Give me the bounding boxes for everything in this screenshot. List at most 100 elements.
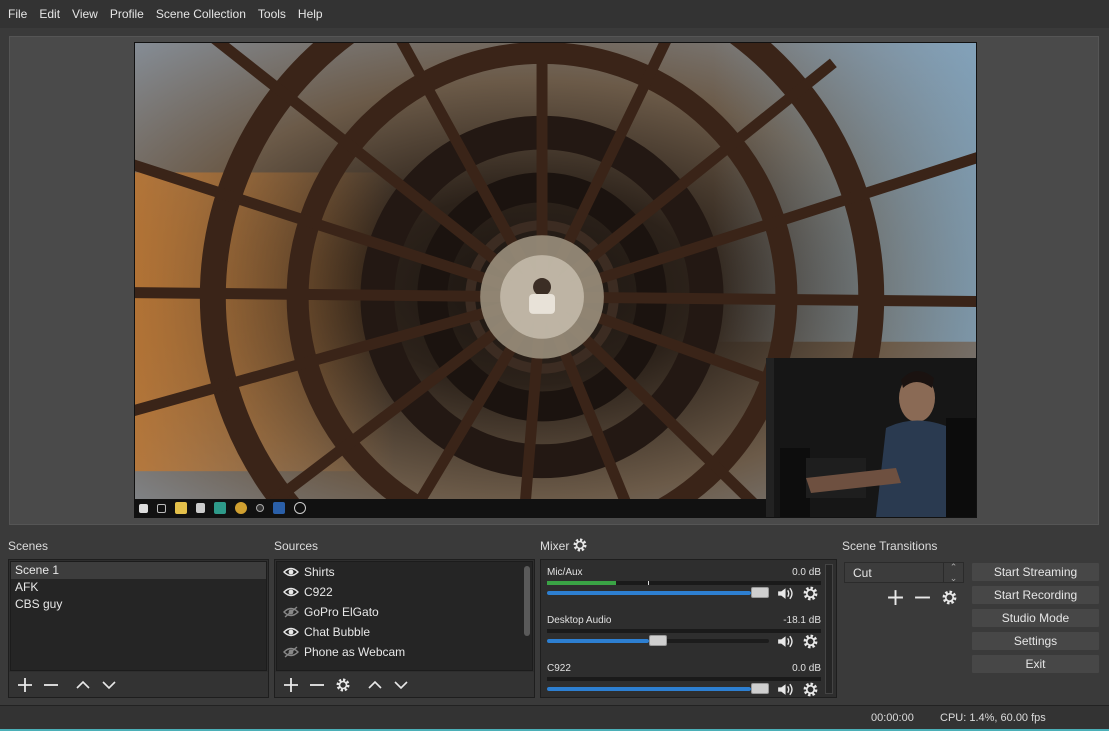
mixer-channel-mic-aux: Mic/Aux 0.0 dB (545, 567, 821, 613)
app-icon-blue (273, 502, 285, 514)
slider-fill (547, 639, 649, 643)
preview-canvas[interactable] (134, 42, 977, 518)
cpu-fps-readout: CPU: 1.4%, 60.00 fps (940, 712, 1046, 724)
slider-handle[interactable] (649, 635, 667, 646)
remove-scene-button[interactable] (41, 675, 61, 695)
menu-scene-collection[interactable]: Scene Collection (150, 0, 252, 28)
gear-icon[interactable] (802, 633, 819, 650)
start-recording-button[interactable]: Start Recording (971, 585, 1100, 605)
move-source-up-button[interactable] (365, 675, 385, 695)
exit-button[interactable]: Exit (971, 654, 1100, 674)
source-item-shirts[interactable]: Shirts (277, 562, 532, 582)
sources-toolbar (275, 672, 534, 697)
volume-slider[interactable] (547, 683, 769, 694)
chevron-down-icon (394, 680, 408, 689)
chevron-down-icon (102, 680, 116, 689)
gear-icon[interactable] (802, 585, 819, 602)
menu-file[interactable]: File (2, 0, 33, 28)
speaker-icon[interactable] (776, 585, 793, 602)
mixer-channel-desktop-audio: Desktop Audio -18.1 dB (545, 615, 821, 661)
source-label: Shirts (304, 565, 335, 579)
channel-db: -18.1 dB (783, 615, 821, 626)
sources-list: Shirts C922 GoPro ElGato Chat Bubble Pho… (276, 561, 533, 671)
windows-start-icon (139, 503, 148, 513)
menu-help[interactable]: Help (292, 0, 329, 28)
sources-scrollbar[interactable] (524, 566, 530, 636)
windows-taskbar (135, 499, 768, 517)
gear-icon[interactable] (802, 681, 819, 698)
menu-view[interactable]: View (66, 0, 104, 28)
move-scene-up-button[interactable] (73, 675, 93, 695)
file-explorer-icon (175, 502, 187, 514)
mixer-channel-c922: C922 0.0 dB (545, 663, 821, 709)
add-scene-button[interactable] (15, 675, 35, 695)
volume-slider[interactable] (547, 635, 769, 646)
source-item-gopro-elgato[interactable]: GoPro ElGato (277, 602, 532, 622)
menu-edit[interactable]: Edit (33, 0, 66, 28)
scenes-toolbar (9, 672, 268, 697)
sources-dock-title: Sources (274, 539, 319, 553)
source-properties-button[interactable] (333, 675, 353, 695)
minus-icon (44, 683, 58, 686)
scene-item-scene-1[interactable]: Scene 1 (11, 562, 266, 579)
source-label: C922 (304, 585, 333, 599)
obs-taskbar-icon (256, 504, 264, 512)
store-icon (196, 503, 205, 513)
mixer-gear-icon[interactable] (572, 537, 588, 553)
slider-fill (547, 687, 751, 691)
slider-handle[interactable] (751, 683, 769, 694)
eye-hidden-icon[interactable] (283, 606, 299, 618)
move-source-down-button[interactable] (391, 675, 411, 695)
chevron-up-icon (76, 680, 90, 689)
add-transition-button[interactable] (887, 589, 904, 606)
source-label: Chat Bubble (304, 625, 371, 639)
eye-icon[interactable] (283, 566, 299, 578)
spinner-icon[interactable]: ⌃ ⌄ (943, 562, 963, 583)
eye-icon[interactable] (283, 626, 299, 638)
source-item-phone-as-webcam[interactable]: Phone as Webcam (277, 642, 532, 662)
remove-source-button[interactable] (307, 675, 327, 695)
status-bar: 00:00:00 CPU: 1.4%, 60.00 fps (0, 705, 1109, 731)
add-source-button[interactable] (281, 675, 301, 695)
eye-icon[interactable] (283, 586, 299, 598)
scenes-dock-title: Scenes (8, 539, 49, 553)
scene-item-afk[interactable]: AFK (11, 579, 266, 596)
volume-slider[interactable] (547, 587, 769, 598)
gear-icon (336, 678, 350, 691)
mixer-dock-title: Mixer (540, 539, 570, 553)
scene-item-cbs-guy[interactable]: CBS guy (11, 596, 266, 613)
transition-select[interactable]: Cut ⌃ ⌄ (844, 562, 964, 583)
speaker-icon[interactable] (776, 681, 793, 698)
plus-icon (284, 677, 298, 692)
scenes-panel: Scene 1 AFK CBS guy (8, 559, 269, 698)
menu-profile[interactable]: Profile (104, 0, 150, 28)
transition-properties-gear-icon[interactable] (941, 589, 958, 606)
transitions-dock-title: Scene Transitions (842, 539, 938, 553)
source-item-c922[interactable]: C922 (277, 582, 532, 602)
channel-name: C922 (547, 663, 571, 674)
channel-db: 0.0 dB (792, 663, 821, 674)
studio-mode-button[interactable]: Studio Mode (971, 608, 1100, 628)
source-item-chat-bubble[interactable]: Chat Bubble (277, 622, 532, 642)
source-label: GoPro ElGato (304, 605, 379, 619)
webcam-overlay (766, 358, 976, 517)
meter-peak (648, 581, 650, 585)
mixer-panel: Mic/Aux 0.0 dB Desktop Audio -18.1 dB C9… (540, 559, 837, 698)
slider-handle[interactable] (751, 587, 769, 598)
remove-transition-button[interactable] (914, 589, 931, 606)
mixer-scrollbar[interactable] (825, 564, 833, 694)
move-scene-down-button[interactable] (99, 675, 119, 695)
start-streaming-button[interactable]: Start Streaming (971, 562, 1100, 582)
settings-button[interactable]: Settings (971, 631, 1100, 651)
menu-tools[interactable]: Tools (252, 0, 292, 28)
speaker-icon[interactable] (776, 633, 793, 650)
chevron-up-icon (368, 680, 382, 689)
minus-icon (310, 683, 324, 686)
chrome-icon (235, 502, 247, 514)
channel-db: 0.0 dB (792, 567, 821, 578)
transition-value: Cut (853, 565, 872, 580)
eye-hidden-icon[interactable] (283, 646, 299, 658)
source-label: Phone as Webcam (304, 645, 406, 659)
sources-panel: Shirts C922 GoPro ElGato Chat Bubble Pho… (274, 559, 535, 698)
meter-fill (547, 581, 616, 585)
